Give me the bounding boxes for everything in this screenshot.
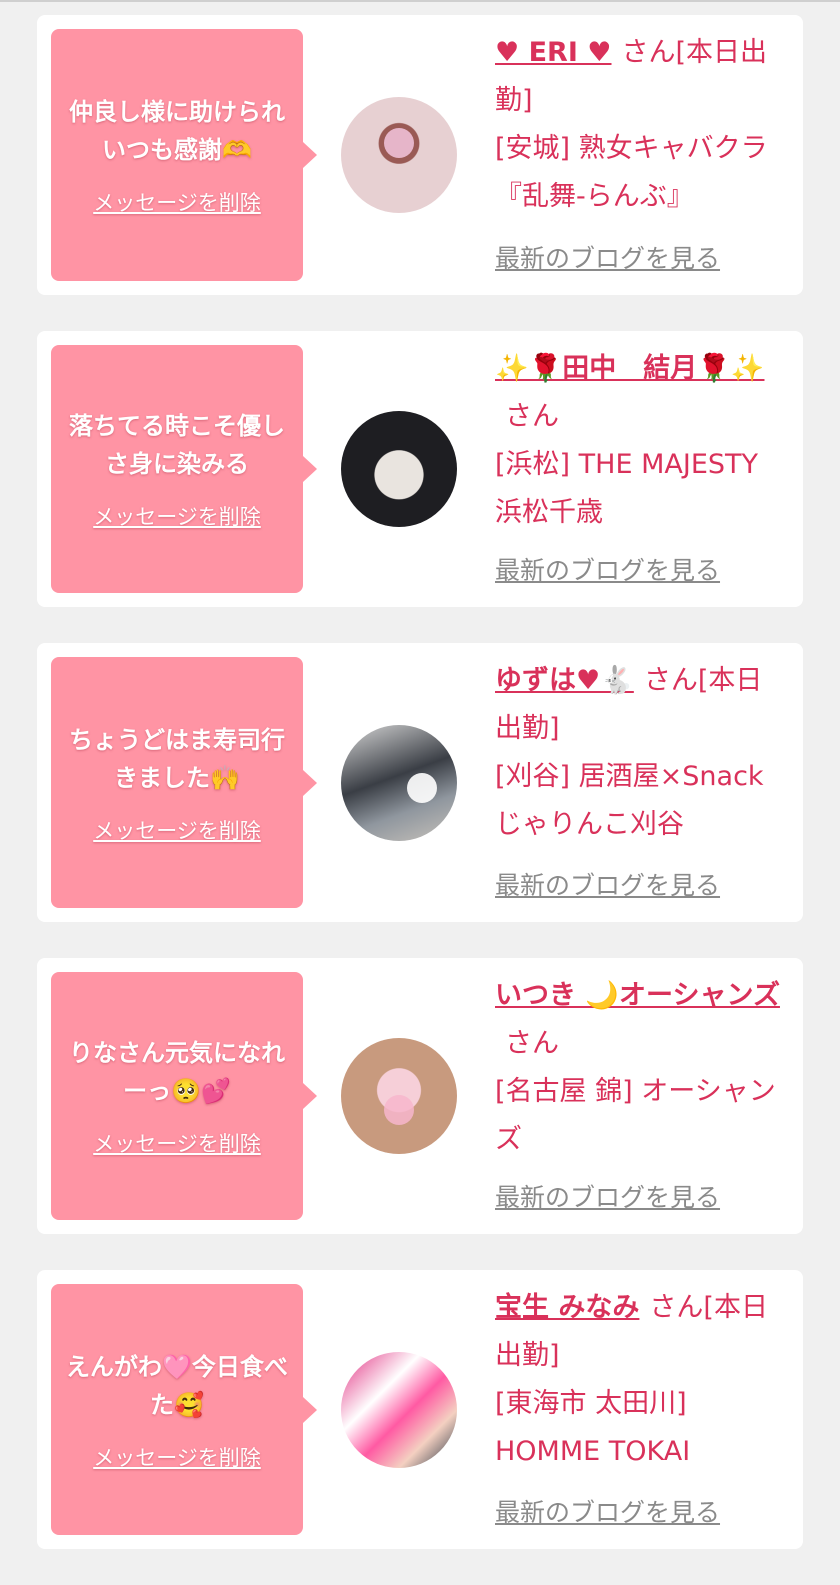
mask-sticker-icon — [384, 1094, 414, 1125]
store-name: [刈谷] 居酒屋×Snack じゃりんこ刈谷 — [495, 761, 764, 840]
delete-message-link[interactable]: メッセージを削除 — [93, 501, 261, 531]
message-text: えんがわ🩷今日食べた🥰 — [66, 1352, 288, 1419]
message-text: りなさん元気になれーっ🥺💕 — [69, 1039, 285, 1105]
message-card: 仲良し様に助けられいつも感謝🫶 メッセージを削除 ♥ ERI ♥ さん[本日出勤]… — [37, 15, 803, 295]
cast-name-link[interactable]: ♥ ERI ♥ — [495, 37, 612, 68]
message-card: 落ちてる時こそ優しさ身に染みる メッセージを削除 ✨🌹田中 結月🌹✨ さん [浜松… — [37, 331, 803, 607]
delete-message-link[interactable]: メッセージを削除 — [93, 187, 261, 217]
delete-message-link[interactable]: メッセージを削除 — [93, 1442, 261, 1472]
avatar[interactable] — [341, 1351, 457, 1468]
store-name: [浜松] THE MAJESTY 浜松千歳 — [495, 449, 758, 528]
latest-blog-link[interactable]: 最新のブログを見る — [495, 551, 720, 587]
store-name: [東海市 太田川] HOMME TOKAI — [495, 1388, 691, 1467]
message-text: 仲良し様に助けられいつも感謝🫶 — [69, 98, 285, 164]
message-list: 仲良し様に助けられいつも感謝🫶 メッセージを削除 ♥ ERI ♥ さん[本日出勤]… — [37, 15, 803, 1585]
message-bubble: 仲良し様に助けられいつも感謝🫶 メッセージを削除 — [51, 29, 317, 281]
avatar[interactable] — [341, 97, 457, 213]
store-name: [安城] 熟女キャバクラ『乱舞-らんぶ』 — [495, 133, 768, 212]
cast-name-link[interactable]: ✨🌹田中 結月🌹✨ — [495, 353, 764, 384]
message-bubble: 落ちてる時こそ優しさ身に染みる メッセージを削除 — [51, 345, 317, 593]
cast-info: 宝生 みなみ さん[本日出勤] [東海市 太田川] HOMME TOKAI — [495, 1284, 787, 1476]
latest-blog-link[interactable]: 最新のブログを見る — [495, 866, 720, 902]
avatar[interactable] — [341, 724, 457, 841]
message-bubble: りなさん元気になれーっ🥺💕 メッセージを削除 — [51, 972, 317, 1220]
cast-info: いつき 🌙オーシャンズさん [名古屋 錦] オーシャンズ — [495, 972, 787, 1164]
message-card: えんがわ🩷今日食べた🥰 メッセージを削除 宝生 みなみ さん[本日出勤] [東海市… — [37, 1270, 803, 1549]
avatar[interactable] — [341, 411, 457, 527]
message-bubble: えんがわ🩷今日食べた🥰 メッセージを削除 — [51, 1284, 317, 1535]
cast-name-link[interactable]: いつき 🌙オーシャンズ — [495, 980, 780, 1011]
store-name: [名古屋 錦] オーシャンズ — [495, 1076, 776, 1155]
message-bubble: ちょうどはま寿司行きました🙌 メッセージを削除 — [51, 657, 317, 908]
message-card: ちょうどはま寿司行きました🙌 メッセージを削除 ゆずは♥🐇 さん[本日出勤] [刈… — [37, 643, 803, 922]
latest-blog-link[interactable]: 最新のブログを見る — [495, 1493, 720, 1529]
honorific: さん — [643, 665, 698, 696]
message-text: ちょうどはま寿司行きました🙌 — [69, 725, 285, 792]
cast-name-link[interactable]: 宝生 みなみ — [495, 1292, 639, 1323]
message-text: 落ちてる時こそ優しさ身に染みる — [69, 412, 285, 478]
honorific: さん — [505, 401, 559, 432]
latest-blog-link[interactable]: 最新のブログを見る — [495, 1178, 720, 1214]
cast-info: ゆずは♥🐇 さん[本日出勤] [刈谷] 居酒屋×Snack じゃりんこ刈谷 — [495, 657, 787, 849]
message-card: りなさん元気になれーっ🥺💕 メッセージを削除 いつき 🌙オーシャンズさん [名古… — [37, 958, 803, 1234]
cast-info: ✨🌹田中 結月🌹✨ さん [浜松] THE MAJESTY 浜松千歳 — [495, 345, 787, 537]
top-divider — [0, 0, 840, 2]
honorific: さん — [621, 37, 676, 68]
latest-blog-link[interactable]: 最新のブログを見る — [495, 239, 720, 275]
cast-info: ♥ ERI ♥ さん[本日出勤] [安城] 熟女キャバクラ『乱舞-らんぶ』 — [495, 29, 787, 221]
avatar[interactable] — [341, 1038, 457, 1154]
delete-message-link[interactable]: メッセージを削除 — [93, 1128, 261, 1158]
honorific: さん — [505, 1028, 559, 1059]
delete-message-link[interactable]: メッセージを削除 — [93, 815, 261, 845]
honorific: さん — [649, 1292, 704, 1323]
blur-sticker-icon — [384, 128, 414, 159]
cast-name-link[interactable]: ゆずは♥🐇 — [495, 665, 634, 696]
blur-sticker-icon — [407, 773, 438, 804]
